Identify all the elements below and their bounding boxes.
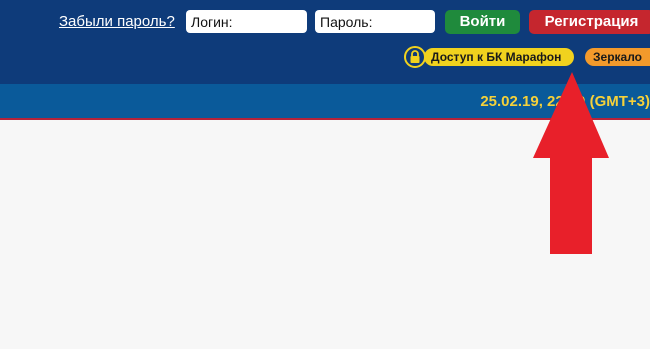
arrow-up-icon [533, 72, 609, 254]
